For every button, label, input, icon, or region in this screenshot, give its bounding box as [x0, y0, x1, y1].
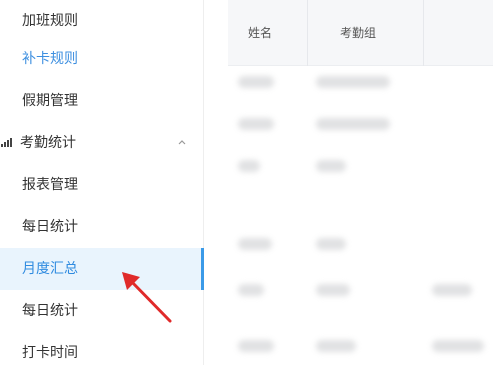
blurred-cell [238, 118, 274, 130]
table-header: 姓名 考勤组 [228, 0, 493, 66]
sidebar-item-makeup-punch-rules[interactable]: 补卡规则 [0, 38, 204, 80]
sidebar-item-label: 打卡时间 [22, 345, 78, 361]
red-arrow-annotation-icon [122, 272, 172, 323]
sidebar-item-punch-time[interactable]: 打卡时间 [0, 332, 204, 365]
blurred-cell [316, 238, 346, 250]
column-header-attendance-group[interactable]: 考勤组 [308, 0, 424, 66]
bar-chart-icon [1, 138, 12, 147]
blurred-cell [316, 284, 350, 296]
blurred-cell [238, 238, 272, 250]
sidebar-item-leave-management[interactable]: 假期管理 [0, 80, 204, 122]
blurred-cell [238, 160, 260, 172]
main-content: 姓名 考勤组 [204, 0, 493, 365]
sidebar-item-label: 月度汇总 [22, 261, 78, 277]
sidebar-item-daily-stats[interactable]: 每日统计 [0, 206, 204, 248]
column-header-name[interactable]: 姓名 [228, 0, 308, 66]
blurred-cell [316, 160, 346, 172]
blurred-cell [316, 76, 390, 88]
blurred-cell [238, 340, 274, 352]
column-header-extra [424, 0, 493, 66]
sidebar-item-report-management[interactable]: 报表管理 [0, 164, 204, 206]
chevron-up-icon[interactable] [178, 138, 186, 146]
sidebar-item-overtime-rules[interactable]: 加班规则 [0, 0, 204, 42]
sidebar-item-label: 加班规则 [22, 13, 78, 29]
blurred-cell [316, 118, 390, 130]
sidebar-item-label: 假期管理 [22, 93, 78, 109]
blurred-cell [432, 340, 484, 352]
sidebar-item-label: 报表管理 [22, 177, 78, 193]
sidebar-item-label: 补卡规则 [22, 51, 78, 67]
blurred-cell [316, 340, 356, 352]
blurred-cell [238, 284, 264, 296]
sidebar-item-label: 每日统计 [22, 303, 78, 319]
sidebar-group-attendance-stats[interactable]: 考勤统计 [0, 122, 204, 164]
blurred-cell [432, 284, 472, 296]
sidebar-item-label: 每日统计 [22, 219, 78, 235]
app-window: 加班规则 补卡规则 假期管理 考勤统计 报表管理 每日统计 月度汇总 每日统计 … [0, 0, 493, 365]
sidebar-group-label: 考勤统计 [20, 135, 76, 151]
blurred-cell [238, 76, 274, 88]
